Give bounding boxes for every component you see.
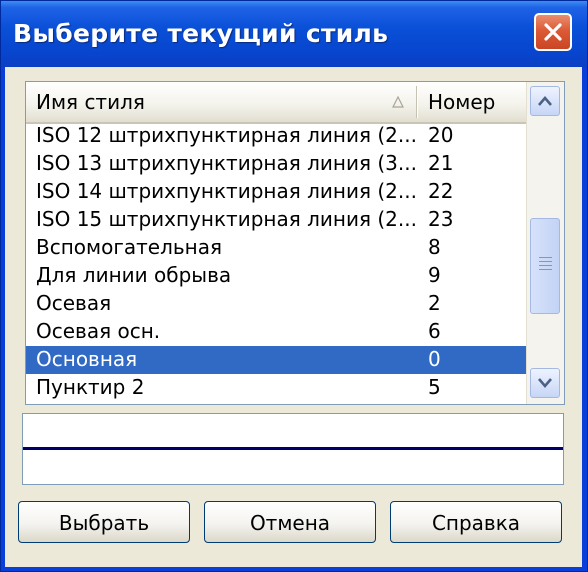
style-name: Вспомогательная: [36, 235, 223, 259]
style-name: Основная: [36, 347, 138, 371]
style-name: Для линии обрыва: [36, 263, 232, 287]
style-number: 0: [428, 347, 441, 371]
select-button[interactable]: Выбрать: [18, 501, 190, 543]
sort-indicator-icon: [392, 96, 404, 108]
list-item[interactable]: ISO 13 штрихпунктирная линия (3... 21: [26, 150, 526, 178]
style-name: Пунктир 2: [36, 375, 145, 399]
help-button-label: Справка: [431, 511, 521, 535]
list-item[interactable]: ISO 14 штрихпунктирная линия (2... 22: [26, 178, 526, 206]
style-number: 9: [428, 263, 441, 287]
line-style-preview: [22, 413, 564, 485]
list-item[interactable]: Для линии обрыва 9: [26, 262, 526, 290]
column-divider[interactable]: [416, 86, 418, 118]
style-number: 6: [428, 319, 441, 343]
dialog-window: Выберите текущий стиль Имя стиля Номер I…: [0, 0, 588, 572]
chevron-down-icon: [538, 378, 552, 388]
close-button[interactable]: [534, 13, 572, 51]
style-name: Осевая: [36, 291, 112, 315]
style-name: ISO 13 штрихпунктирная линия (3...: [36, 151, 417, 175]
style-number: 21: [428, 151, 454, 175]
style-name: ISO 12 штрихпунктирная линия (2...: [36, 123, 417, 147]
style-name: Осевая осн.: [36, 319, 161, 343]
style-name: ISO 14 штрихпунктирная линия (2...: [36, 179, 417, 203]
list-item[interactable]: Осевая осн. 6: [26, 318, 526, 346]
cancel-button[interactable]: Отмена: [204, 501, 376, 543]
style-number: 2: [428, 291, 441, 315]
list-item[interactable]: Осевая 2: [26, 290, 526, 318]
dialog-body: Имя стиля Номер ISO 12 штрихпунктирная л…: [5, 67, 582, 567]
scroll-up-button[interactable]: [530, 86, 560, 116]
style-list[interactable]: Имя стиля Номер ISO 12 штрихпунктирная л…: [25, 81, 565, 405]
style-number: 20: [428, 123, 454, 147]
column-header-number[interactable]: Номер: [428, 90, 495, 114]
style-number: 22: [428, 179, 454, 203]
style-number: 8: [428, 235, 441, 259]
list-item-selected[interactable]: Основная 0: [26, 346, 526, 374]
scroll-down-button[interactable]: [530, 368, 560, 398]
list-item[interactable]: Вспомогательная 8: [26, 234, 526, 262]
column-header-name[interactable]: Имя стиля: [36, 90, 145, 114]
list-header: Имя стиля Номер: [26, 82, 526, 124]
window-title: Выберите текущий стиль: [13, 19, 389, 48]
help-button[interactable]: Справка: [390, 501, 562, 543]
list-item[interactable]: Пунктир 2 5: [26, 374, 526, 402]
style-number: 23: [428, 207, 454, 231]
preview-line: [23, 447, 563, 450]
close-icon: [544, 23, 562, 41]
list-item[interactable]: ISO 15 штрихпунктирная линия (2... 23: [26, 206, 526, 234]
title-bar[interactable]: Выберите текущий стиль: [1, 1, 587, 67]
cancel-button-label: Отмена: [249, 511, 331, 535]
vertical-scrollbar[interactable]: [526, 82, 564, 404]
list-item[interactable]: ISO 12 штрихпунктирная линия (2... 20: [26, 122, 526, 150]
style-number: 5: [428, 375, 441, 399]
scroll-thumb[interactable]: [530, 218, 560, 314]
select-button-label: Выбрать: [58, 511, 150, 535]
chevron-up-icon: [538, 96, 552, 106]
style-name: ISO 15 штрихпунктирная линия (2...: [36, 207, 417, 231]
